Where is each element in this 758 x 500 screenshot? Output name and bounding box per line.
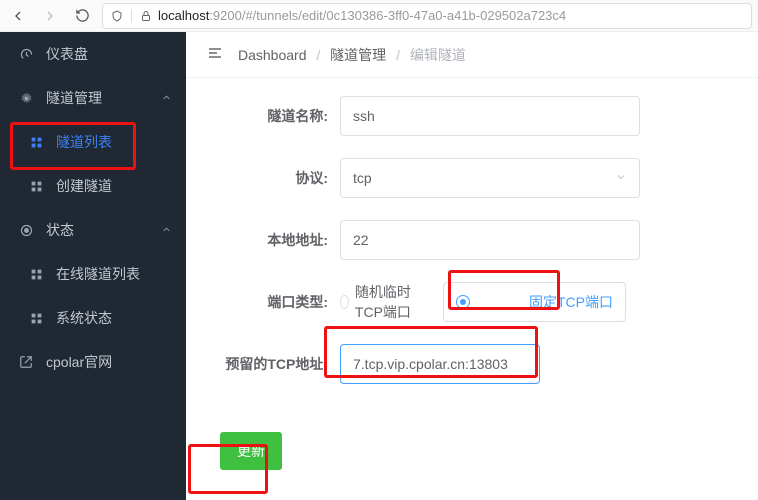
sidebar-item-label: 隧道列表 [56,132,112,152]
label-protocol: 协议: [210,168,340,188]
back-button[interactable] [6,4,30,28]
url-text: localhost:9200/#/tunnels/edit/0c130386-3… [158,8,566,23]
label-name: 隧道名称: [210,106,340,126]
crumb-tunnel-manage[interactable]: 隧道管理 [330,47,386,63]
sidebar-item-online-tunnels[interactable]: 在线隧道列表 [0,252,186,296]
reserved-tcp-input[interactable] [340,344,540,384]
radio-label: 固定TCP端口 [529,292,613,312]
reload-button[interactable] [70,4,94,28]
update-button[interactable]: 更新 [220,432,282,470]
edit-tunnel-form: 隧道名称: 协议: tcp 本地地址: 端口类 [186,78,758,470]
protocol-select[interactable]: tcp [340,158,640,198]
sidebar-item-label: cpolar官网 [46,352,112,372]
sidebar-item-tunnel-list[interactable]: 隧道列表 [0,120,186,164]
radio-dot-icon [340,295,349,309]
sidebar-item-label: 状态 [46,220,74,240]
label-reserved-addr: 预留的TCP地址: [210,354,340,374]
sidebar-item-label: 在线隧道列表 [56,264,140,284]
forward-button[interactable] [38,4,62,28]
radio-fixed-port[interactable]: 固定TCP端口 [443,282,626,322]
chevron-down-icon [615,170,627,186]
sidebar-item-label: 系统状态 [56,308,112,328]
gauge-icon [18,47,34,62]
sidebar-item-status[interactable]: 状态 [0,208,186,252]
main-content: Dashboard / 隧道管理 / 编辑隧道 隧道名称: 协议: tcp [186,32,758,500]
grid-icon [28,180,44,193]
radio-label: 随机临时TCP端口 [355,282,420,322]
sidebar-item-label: 仪表盘 [46,44,88,64]
sidebar-item-dashboard[interactable]: 仪表盘 [0,32,186,76]
external-link-icon [18,355,34,369]
shield-icon [111,9,123,23]
grid-icon [28,312,44,325]
crumb-dashboard[interactable]: Dashboard [238,47,307,63]
tunnel-name-input[interactable] [340,96,640,136]
target-icon [18,223,34,238]
radio-dot-icon [456,295,470,309]
sidebar-item-create-tunnel[interactable]: 创建隧道 [0,164,186,208]
address-bar[interactable]: localhost:9200/#/tunnels/edit/0c130386-3… [102,3,752,29]
browser-toolbar: localhost:9200/#/tunnels/edit/0c130386-3… [0,0,758,32]
protocol-value: tcp [353,170,372,186]
sidebar-item-cpolar-site[interactable]: cpolar官网 [0,340,186,384]
crumb-current: 编辑隧道 [410,47,466,63]
label-port-type: 端口类型: [210,292,340,312]
radio-random-port[interactable]: 随机临时TCP端口 [340,282,419,322]
cog-icon [18,91,34,106]
breadcrumb: Dashboard / 隧道管理 / 编辑隧道 [238,45,466,65]
local-address-input[interactable] [340,220,640,260]
content-header: Dashboard / 隧道管理 / 编辑隧道 [186,32,758,78]
sidebar: 仪表盘 隧道管理 隧道列表 创建隧道 状态 [0,32,186,500]
sidebar-item-label: 创建隧道 [56,176,112,196]
grid-icon [28,268,44,281]
sidebar-item-system-status[interactable]: 系统状态 [0,296,186,340]
grid-icon [28,136,44,149]
chevron-up-icon [161,222,172,238]
lock-icon [140,9,152,23]
collapse-sidebar-button[interactable] [206,45,224,64]
label-local-addr: 本地地址: [210,230,340,250]
chevron-up-icon [161,90,172,106]
sidebar-item-label: 隧道管理 [46,88,102,108]
sidebar-item-tunnel-manage[interactable]: 隧道管理 [0,76,186,120]
